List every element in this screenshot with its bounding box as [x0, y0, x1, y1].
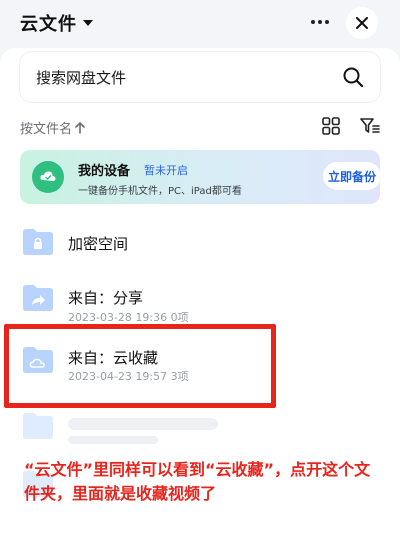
- close-icon: [356, 17, 368, 29]
- annotation-caption: “云文件”里同样可以看到“云收藏”，点开这个文件夹，里面就是收藏视频了: [24, 460, 371, 503]
- chevron-down-icon: [83, 20, 93, 26]
- folder-icon: [23, 413, 53, 439]
- file-name: 加密空间: [68, 235, 129, 253]
- share-icon: [23, 285, 53, 311]
- device-title: 我的设备: [78, 164, 131, 179]
- device-status: 暂未开启: [144, 164, 188, 177]
- grid-view-icon[interactable]: [322, 117, 340, 135]
- lock-icon: [23, 229, 53, 255]
- search-icon: [343, 67, 364, 88]
- file-name: 来自：分享: [68, 289, 144, 307]
- top-bar: 云文件: [0, 0, 400, 46]
- cloud-shield-icon: [32, 161, 64, 193]
- arrow-up-icon: [75, 121, 85, 134]
- sort-toggle[interactable]: 按文件名: [20, 118, 85, 137]
- close-button[interactable]: [346, 7, 378, 39]
- search-placeholder: 搜索网盘文件: [36, 69, 127, 87]
- file-meta: 2023-03-28 19:36 0项: [68, 311, 189, 324]
- page-title: 云文件: [20, 14, 77, 35]
- more-icon[interactable]: [311, 20, 329, 24]
- blurred-item: [68, 418, 218, 430]
- title-dropdown[interactable]: 云文件: [20, 10, 93, 36]
- sort-label: 按文件名: [20, 122, 73, 137]
- highlight-box: [4, 324, 276, 408]
- search-input[interactable]: 搜索网盘文件: [20, 52, 380, 102]
- my-device-card[interactable]: 我的设备 暂未开启 一键备份手机文件，PC、iPad都可看 立即备份: [20, 150, 381, 204]
- backup-button[interactable]: 立即备份: [323, 162, 381, 190]
- device-subtitle: 一键备份手机文件，PC、iPad都可看: [78, 186, 242, 197]
- blurred-item: [68, 436, 158, 444]
- filter-icon[interactable]: [360, 117, 380, 135]
